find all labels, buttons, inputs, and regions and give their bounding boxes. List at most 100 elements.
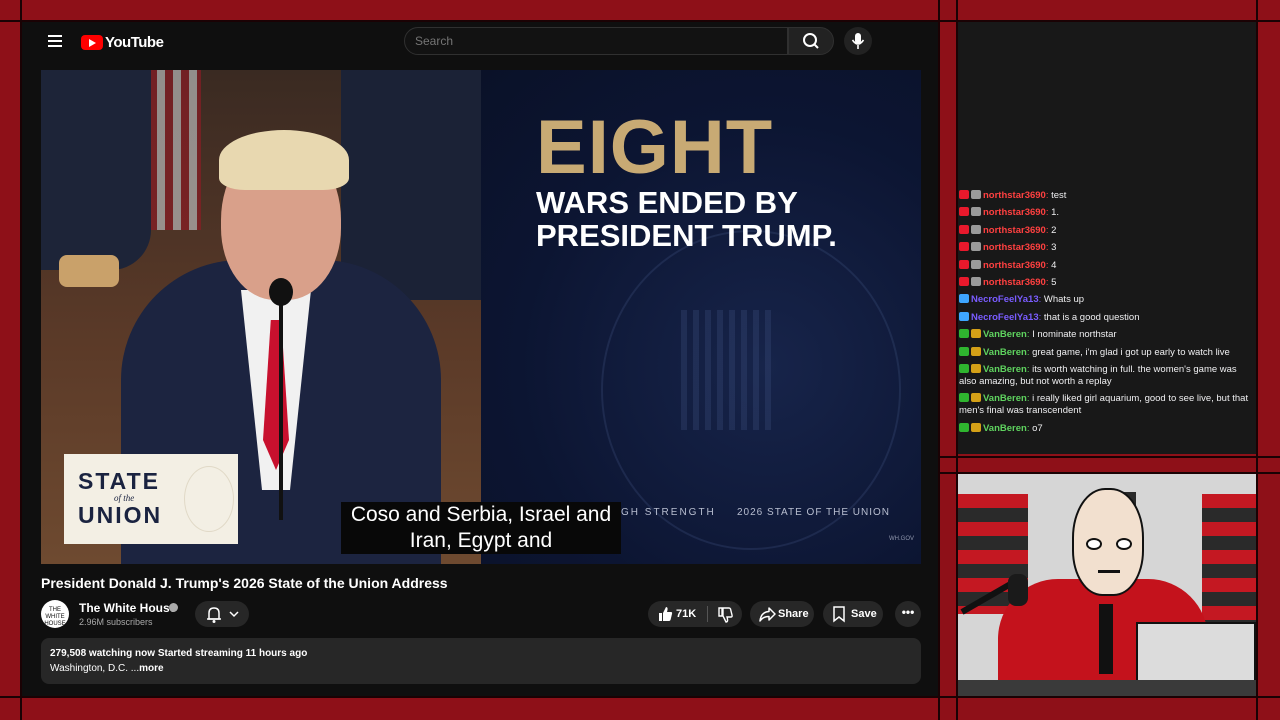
chat-badge-icon	[959, 259, 969, 269]
frame-divider	[0, 696, 1280, 698]
chat-badge-icon	[959, 311, 969, 321]
notification-bell-button[interactable]	[195, 601, 249, 627]
eagle-shield-graphic	[681, 310, 771, 430]
like-button[interactable]: 71K	[648, 601, 706, 627]
save-button[interactable]: Save	[823, 601, 883, 627]
acoustic-panel	[1202, 494, 1256, 624]
chat-username[interactable]: NecroFeelYa13	[971, 294, 1039, 305]
description-preview: Washington, D.C. ...more	[50, 663, 164, 674]
bell-icon	[207, 607, 239, 623]
chat-username[interactable]: NecroFeelYa13	[971, 312, 1039, 323]
share-label: Share	[778, 608, 809, 620]
avatar-head	[1072, 488, 1144, 596]
bookmark-icon	[833, 606, 845, 623]
chat-badge-icon	[959, 224, 969, 234]
chat-text: 3	[1051, 242, 1057, 254]
chat-message: VanBeren: o7	[958, 422, 1256, 435]
voice-search-button[interactable]	[844, 27, 872, 55]
chat-username[interactable]: northstar3690	[983, 190, 1046, 201]
speaker-hair	[219, 130, 349, 190]
chat-message: NecroFeelYa13: that is a good question	[958, 311, 1256, 324]
video-graphic-panel: EIGHT WARS ENDED BY PRESIDENT TRUMP. GH …	[481, 70, 921, 564]
caption-line: Iran, Egypt and	[409, 529, 553, 552]
channel-name[interactable]: The White House	[79, 601, 176, 615]
description-more-link[interactable]: more	[139, 663, 163, 674]
search-icon	[803, 33, 819, 49]
chat-message: northstar3690: 3	[958, 242, 1256, 254]
chat-username[interactable]: VanBeren	[983, 329, 1027, 340]
chat-text: great game, i'm glad i got up early to w…	[1032, 346, 1230, 358]
chat-username[interactable]: VanBeren	[983, 393, 1027, 404]
chat-badge-icon	[971, 224, 981, 234]
video-player[interactable]: STATE of the UNION EIGHT WARS ENDED BY P…	[41, 70, 921, 564]
save-label: Save	[851, 608, 877, 620]
chat-text: 5	[1051, 276, 1057, 288]
chat-username[interactable]: northstar3690	[983, 277, 1046, 288]
channel-avatar[interactable]: THE WHITE HOUSE	[41, 600, 69, 628]
podium-mic	[269, 278, 293, 306]
youtube-window: YouTube Search STATE of the UNION EIGHT …	[22, 22, 938, 696]
badge-line-state: STATE	[78, 468, 160, 494]
chat-badge-icon	[959, 346, 969, 356]
chat-badge-icon	[959, 393, 969, 403]
chat-username[interactable]: northstar3690	[983, 260, 1046, 271]
webcam-overlay	[958, 474, 1256, 696]
thumbs-down-icon	[718, 607, 733, 623]
youtube-header: YouTube	[22, 22, 938, 62]
seal-watermark	[184, 466, 234, 532]
dislike-button[interactable]	[708, 601, 742, 627]
search-button[interactable]	[788, 27, 834, 55]
monitor	[1136, 622, 1256, 688]
overlay-line: WARS ENDED BY	[536, 185, 798, 220]
avatar-tie	[1099, 604, 1113, 674]
chat-message: northstar3690: test	[958, 190, 1256, 202]
chat-username[interactable]: VanBeren	[983, 423, 1027, 434]
chat-username[interactable]: northstar3690	[983, 225, 1046, 236]
chat-panel: northstar3690: test northstar3690: 1. nort…	[958, 22, 1256, 454]
hamburger-menu-icon[interactable]	[48, 35, 62, 47]
chat-message-list: northstar3690: test northstar3690: 1. nort…	[958, 190, 1256, 440]
overlay-strength-text: GH STRENGTH	[621, 507, 716, 518]
chat-message: VanBeren: its worth watching in full. th…	[958, 363, 1256, 388]
microphone-icon	[851, 33, 865, 49]
chat-message: northstar3690: 1.	[958, 207, 1256, 219]
overlay-eight: EIGHT	[536, 105, 774, 190]
chat-badge-icon	[971, 190, 981, 199]
chat-message: northstar3690: 4	[958, 259, 1256, 272]
chat-badge-icon	[971, 207, 981, 217]
chat-username[interactable]: VanBeren	[983, 347, 1027, 358]
chat-badge-icon	[971, 329, 981, 339]
like-dislike-group: 71K	[648, 601, 742, 627]
chat-message: VanBeren: i really liked girl aquarium, …	[958, 393, 1256, 417]
chat-badge-icon	[971, 346, 981, 356]
chat-text: 1.	[1051, 207, 1060, 219]
chat-badge-icon	[959, 242, 969, 252]
chat-text: I nominate northstar	[1032, 329, 1117, 341]
avatar-mouth	[1098, 570, 1120, 573]
chat-badge-icon	[971, 422, 981, 432]
chat-text: that is a good question	[1043, 311, 1140, 323]
chat-badge-icon	[971, 363, 981, 373]
chat-badge-icon	[959, 329, 969, 339]
closed-caption: Coso and Serbia, Israel and Iran, Egypt …	[341, 502, 621, 554]
chat-message: NecroFeelYa13: Whats up	[958, 294, 1256, 306]
chat-username[interactable]: VanBeren	[983, 364, 1027, 375]
chat-badge-icon	[971, 393, 981, 403]
video-speaker-scene: STATE of the UNION	[41, 70, 481, 564]
overlay-sotu-year: 2026 STATE OF THE UNION	[737, 507, 891, 518]
description-box[interactable]: 279,508 watching now Started streaming 1…	[41, 638, 921, 684]
avatar-eye	[1116, 538, 1132, 550]
chat-badge-icon	[959, 276, 969, 286]
desk	[958, 680, 1256, 696]
chat-username[interactable]: northstar3690	[983, 207, 1046, 218]
youtube-logo[interactable]: YouTube	[81, 32, 164, 52]
chat-text: test	[1051, 190, 1067, 201]
studio-microphone	[1008, 574, 1028, 606]
share-button[interactable]: Share	[750, 601, 814, 627]
chat-username[interactable]: northstar3690	[983, 242, 1046, 253]
chat-badge-icon	[959, 190, 969, 199]
search-input[interactable]	[404, 27, 788, 55]
more-actions-button[interactable]: •••	[895, 601, 921, 627]
youtube-play-icon	[81, 34, 103, 50]
chat-message: northstar3690: 2	[958, 224, 1256, 237]
